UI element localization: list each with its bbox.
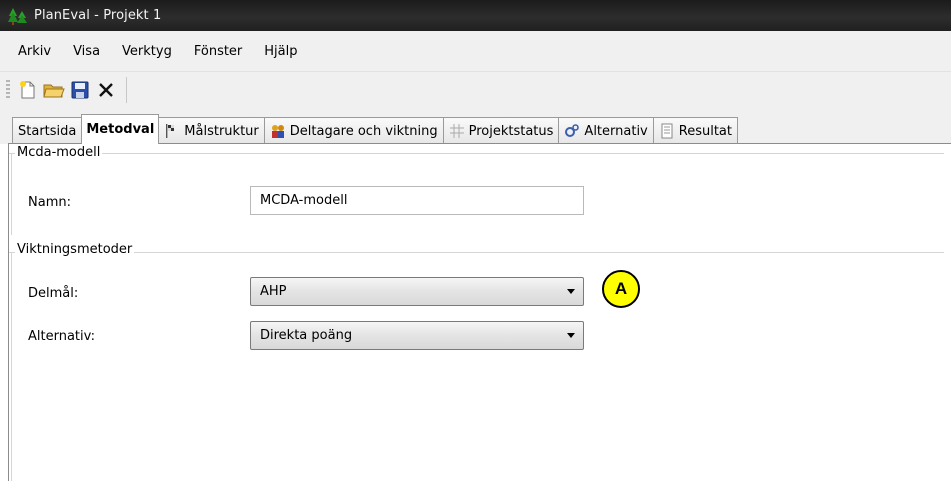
metodval-panel: Mcda-modell Namn: MCDA-modell Viktningsm… bbox=[8, 143, 951, 481]
tab-deltagare[interactable]: Deltagare och viktning bbox=[263, 117, 444, 144]
callout-marker: A bbox=[602, 270, 640, 308]
group-border-top bbox=[9, 252, 944, 253]
delmal-dropdown-value: AHP bbox=[260, 284, 287, 299]
namn-input[interactable]: MCDA-modell bbox=[250, 186, 584, 215]
tab-projektstatus[interactable]: Projektstatus bbox=[442, 117, 560, 144]
alternativ-label: Alternativ: bbox=[28, 329, 95, 344]
menu-bar: Arkiv Visa Verktyg Fönster Hjälp bbox=[0, 31, 951, 72]
flag-icon bbox=[164, 123, 180, 139]
tab-resultat[interactable]: Resultat bbox=[652, 117, 738, 144]
new-document-icon[interactable] bbox=[16, 78, 40, 102]
people-icon bbox=[270, 123, 286, 139]
delete-x-icon[interactable] bbox=[94, 78, 118, 102]
toolbar-separator bbox=[126, 77, 127, 103]
open-folder-icon[interactable] bbox=[42, 78, 66, 102]
tab-label: Projektstatus bbox=[468, 123, 554, 139]
tab-strip: Startsida Metodval Målstruktur Deltagare… bbox=[0, 108, 951, 144]
tab-label: Resultat bbox=[678, 123, 732, 139]
alternativ-dropdown[interactable]: Direkta poäng bbox=[250, 321, 584, 350]
mcda-modell-legend: Mcda-modell bbox=[15, 145, 103, 160]
tab-label: Målstruktur bbox=[184, 123, 259, 139]
tab-metodval[interactable]: Metodval bbox=[81, 114, 160, 144]
menu-verktyg[interactable]: Verktyg bbox=[122, 44, 172, 59]
menu-visa[interactable]: Visa bbox=[73, 44, 100, 59]
tab-startsida[interactable]: Startsida bbox=[12, 117, 83, 144]
delmal-dropdown[interactable]: AHP bbox=[250, 277, 584, 306]
tab-label: Metodval bbox=[86, 122, 155, 137]
tab-alternativ[interactable]: Alternativ bbox=[558, 117, 654, 144]
delmal-label: Delmål: bbox=[28, 286, 79, 301]
document-icon bbox=[659, 123, 675, 139]
callout-label: A bbox=[614, 279, 628, 298]
alternativ-dropdown-value: Direkta poäng bbox=[260, 328, 353, 343]
pine-trees-icon bbox=[8, 6, 28, 26]
tab-malstruktur[interactable]: Målstruktur bbox=[158, 117, 265, 144]
chevron-down-icon bbox=[567, 289, 575, 294]
gears-icon bbox=[564, 123, 580, 139]
viktningsmetoder-legend: Viktningsmetoder bbox=[15, 242, 135, 257]
title-bar: PlanEval - Projekt 1 bbox=[0, 0, 951, 31]
chevron-down-icon bbox=[567, 333, 575, 338]
tab-label: Deltagare och viktning bbox=[289, 123, 438, 139]
tab-label: Alternativ bbox=[584, 123, 648, 139]
grid-icon bbox=[449, 123, 465, 139]
tab-label: Startsida bbox=[18, 123, 77, 139]
namn-input-value: MCDA-modell bbox=[260, 193, 348, 208]
menu-arkiv[interactable]: Arkiv bbox=[18, 44, 51, 59]
toolbar bbox=[0, 72, 951, 108]
save-disk-icon[interactable] bbox=[68, 78, 92, 102]
menu-hjalp[interactable]: Hjälp bbox=[264, 44, 297, 59]
group-border-left bbox=[11, 153, 12, 235]
group-border-left bbox=[11, 252, 12, 481]
namn-label: Namn: bbox=[28, 195, 71, 210]
group-border-top bbox=[9, 153, 944, 154]
toolbar-grip[interactable] bbox=[6, 80, 10, 100]
window-title: PlanEval - Projekt 1 bbox=[34, 8, 162, 23]
menu-fonster[interactable]: Fönster bbox=[194, 44, 242, 59]
